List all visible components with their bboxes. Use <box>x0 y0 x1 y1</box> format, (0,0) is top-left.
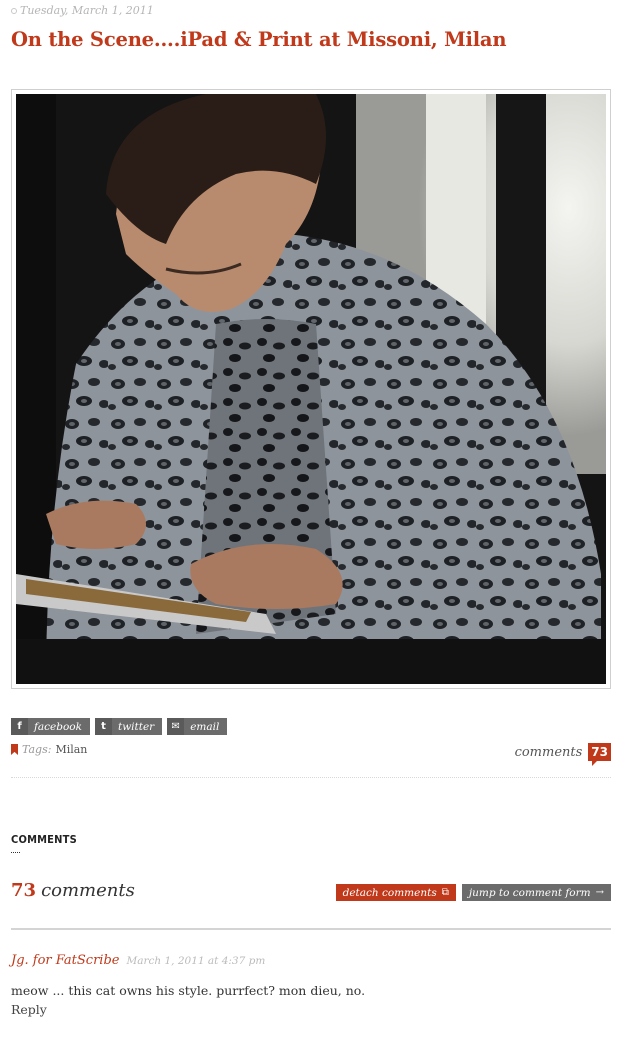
post-photo <box>16 94 606 684</box>
reply-link[interactable]: Reply <box>11 1002 47 1017</box>
heading-underline <box>11 852 20 853</box>
post-date: Tuesday, March 1, 2011 <box>11 4 154 17</box>
jump-to-comment-form-button[interactable]: jump to comment form → <box>461 884 611 901</box>
facebook-icon: f <box>11 718 28 735</box>
comments-total: 73 comments <box>11 880 135 901</box>
twitter-share-button[interactable]: t twitter <box>94 718 163 735</box>
share-buttons: f facebook t twitter ✉ email <box>11 718 228 735</box>
email-icon: ✉ <box>167 718 185 735</box>
post-title[interactable]: On the Scene....iPad & Print at Missoni,… <box>11 28 507 51</box>
comments-total-number: 73 <box>11 880 37 901</box>
post-date-text: Tuesday, March 1, 2011 <box>20 4 154 17</box>
comment-author[interactable]: Jg. for FatScribe <box>11 953 119 968</box>
detach-comments-label: detach comments <box>342 886 437 899</box>
comment-actions: detach comments ⧉ jump to comment form → <box>335 884 611 901</box>
post-image-frame <box>11 89 611 689</box>
tag-bookmark-icon <box>11 744 18 755</box>
post-tags: Tags: Milan <box>11 743 87 756</box>
comments-total-word: comments <box>41 880 135 901</box>
detach-comments-button[interactable]: detach comments ⧉ <box>335 884 456 901</box>
jump-to-form-label: jump to comment form <box>468 886 591 899</box>
comment-meta: Jg. for FatScribe March 1, 2011 at 4:37 … <box>11 953 265 968</box>
comments-link-label: comments <box>514 744 583 760</box>
comment-date[interactable]: March 1, 2011 at 4:37 pm <box>126 955 265 967</box>
popout-window-icon: ⧉ <box>441 887 449 898</box>
twitter-icon: t <box>94 718 112 735</box>
comment-body: meow ... this cat owns his style. purrfe… <box>11 983 366 998</box>
email-share-label: email <box>190 720 220 733</box>
post-divider <box>11 777 611 778</box>
arrow-right-icon: → <box>595 887 604 898</box>
date-bullet-icon <box>11 7 17 14</box>
facebook-share-label: facebook <box>34 720 82 733</box>
facebook-share-button[interactable]: f facebook <box>11 718 90 735</box>
twitter-share-label: twitter <box>117 720 155 733</box>
tag-link-milan[interactable]: Milan <box>55 743 87 756</box>
comments-count-link[interactable]: comments 73 <box>514 743 611 766</box>
tags-label: Tags: <box>22 743 52 756</box>
comments-count-badge: 73 <box>588 743 611 766</box>
comments-heading: COMMENTS <box>11 833 77 846</box>
comments-divider <box>11 928 611 930</box>
email-share-button[interactable]: ✉ email <box>167 718 228 735</box>
